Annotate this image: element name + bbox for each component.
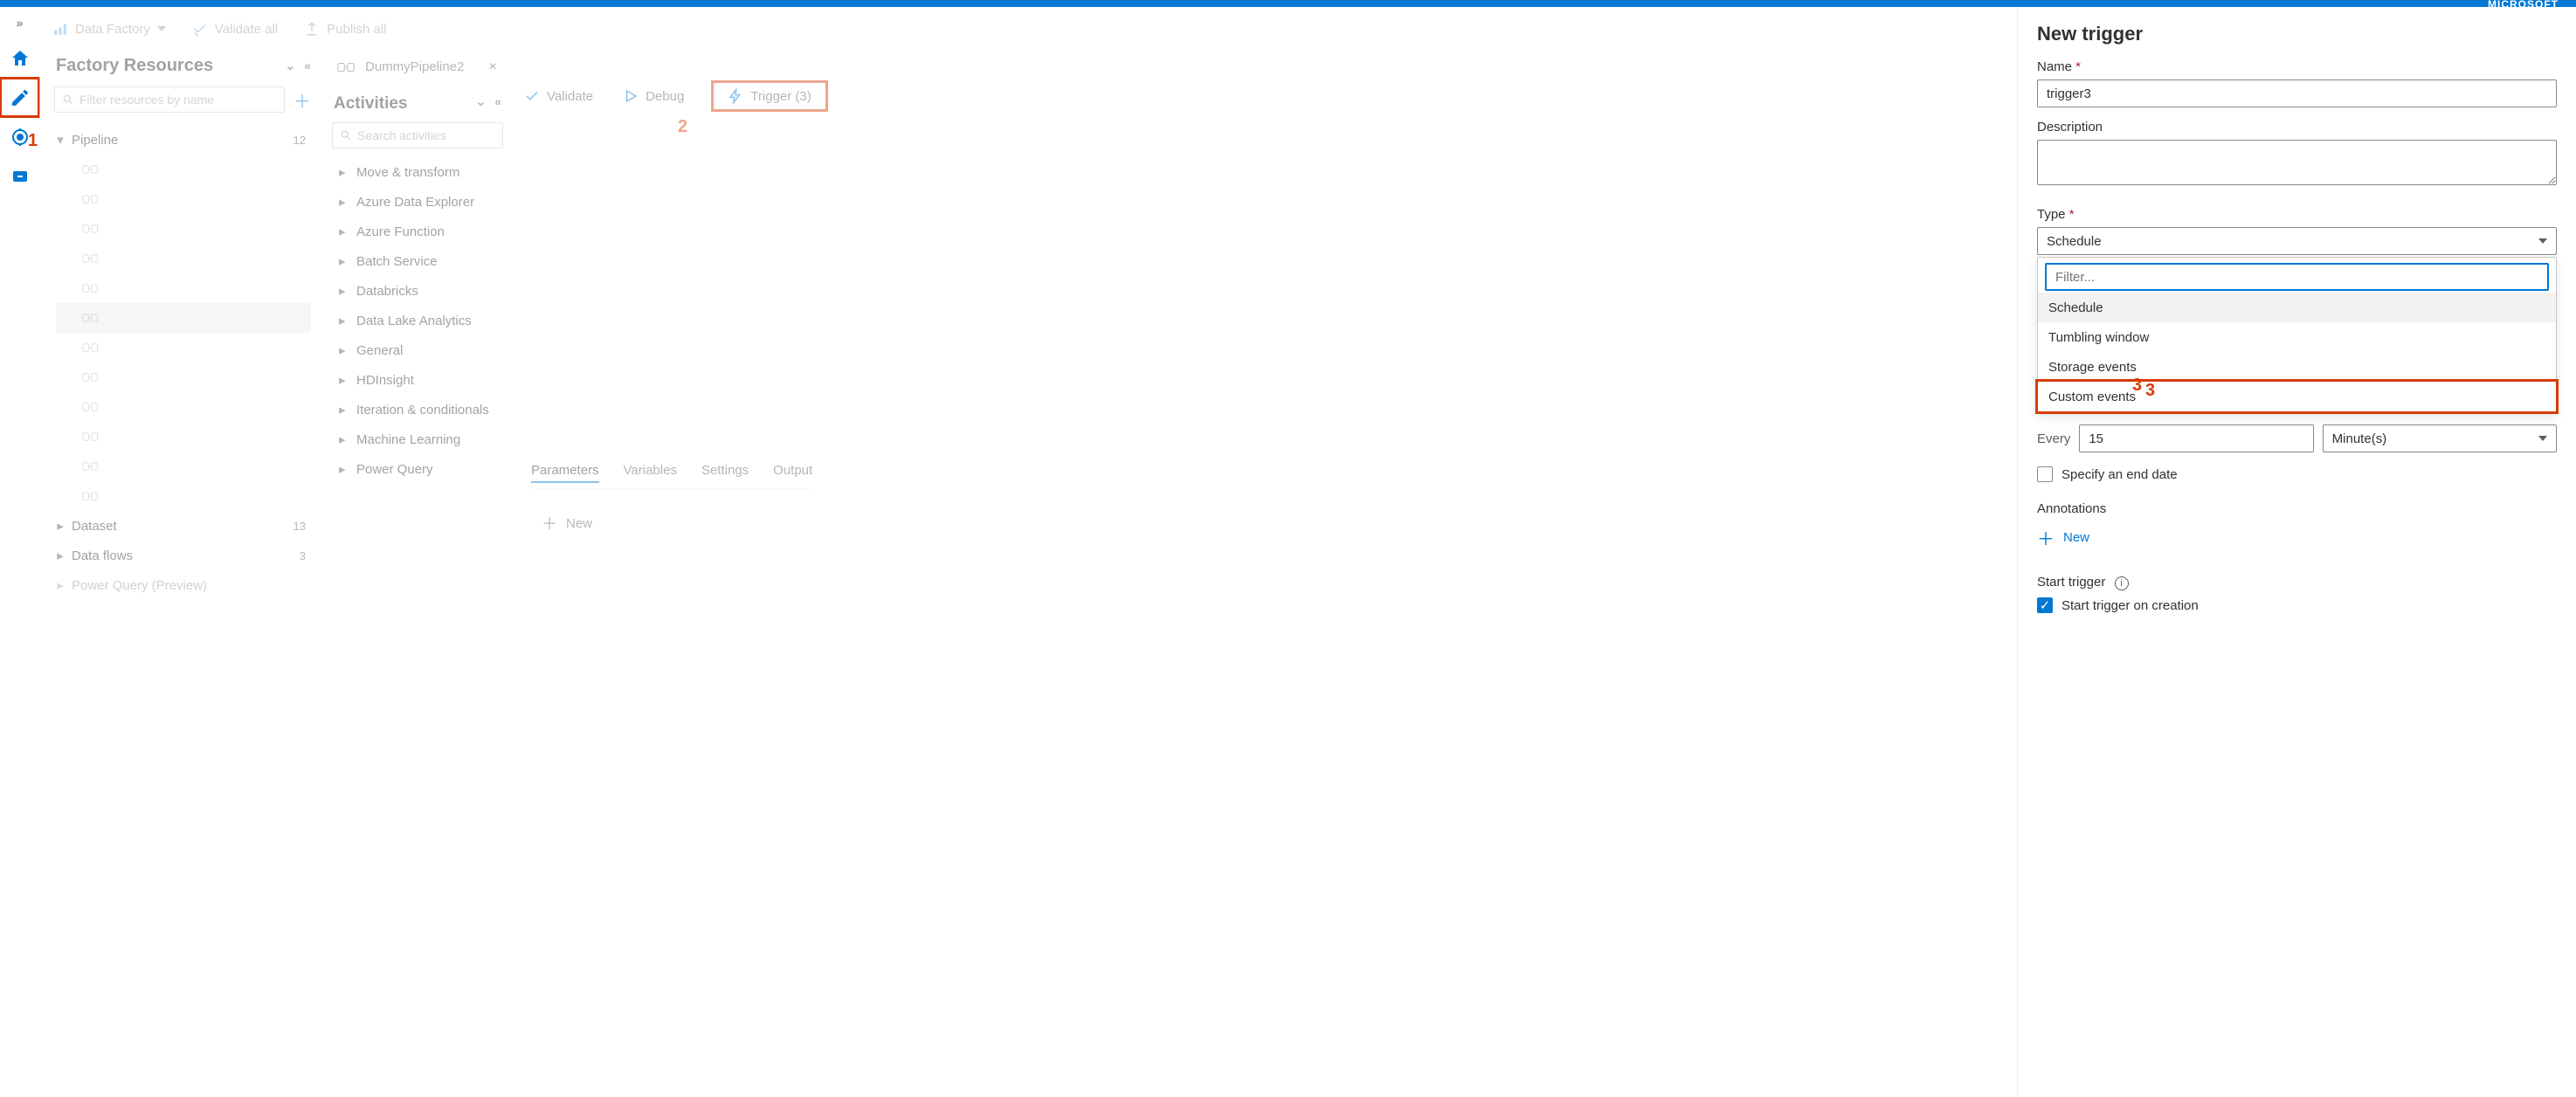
search-icon [340, 129, 352, 141]
resource-filter-input[interactable]: Filter resources by name [54, 86, 285, 113]
collapse-icon[interactable]: « [494, 94, 501, 114]
annotation-2: 2 [678, 117, 687, 137]
dataflows-section-header[interactable]: ▸Data flows 3 [56, 541, 311, 570]
info-icon[interactable]: i [2115, 576, 2129, 590]
chevron-down-icon [2538, 436, 2547, 441]
manage-icon[interactable] [0, 156, 39, 196]
add-annotation-button[interactable]: ＋New [2037, 525, 2557, 550]
activity-group[interactable]: ▸Databricks [330, 276, 505, 306]
tab-output[interactable]: Output [773, 463, 812, 483]
type-select[interactable]: Schedule [2037, 227, 2557, 255]
type-label: Type [2037, 207, 2557, 222]
activities-list: ▸Move & transform ▸Azure Data Explorer ▸… [330, 157, 505, 484]
publish-all-button[interactable]: Publish all [304, 21, 386, 37]
validate-all-button[interactable]: Validate all [192, 21, 278, 37]
close-icon[interactable]: × [488, 59, 496, 75]
list-item[interactable] [56, 303, 311, 333]
trigger-button[interactable]: Trigger (3) [714, 83, 825, 109]
data-factory-breadcrumb[interactable]: Data Factory [52, 21, 166, 37]
tab-parameters[interactable]: Parameters [531, 463, 599, 483]
list-item[interactable] [56, 244, 311, 273]
activity-group[interactable]: ▸Batch Service [330, 246, 505, 276]
new-parameter-button[interactable]: ＋ New [542, 512, 592, 535]
powerquery-section-header[interactable]: ▸Power Query (Preview) [56, 570, 311, 600]
panel-title: New trigger [2037, 23, 2557, 45]
annotation-3: 3 [2145, 381, 2155, 401]
debug-button[interactable]: Debug [623, 88, 684, 104]
description-label: Description [2037, 120, 2557, 135]
tab-variables[interactable]: Variables [624, 463, 677, 483]
home-icon[interactable] [0, 38, 39, 78]
pipeline-list [56, 155, 311, 511]
pipeline-tab[interactable]: DummyPipeline2 × [330, 51, 505, 84]
activity-group[interactable]: ▸Iteration & conditionals [330, 395, 505, 424]
tab-settings[interactable]: Settings [701, 463, 749, 483]
author-icon[interactable] [0, 78, 39, 117]
description-input[interactable] [2037, 140, 2557, 185]
activity-group[interactable]: ▸Azure Function [330, 217, 505, 246]
activity-group[interactable]: ▸Move & transform [330, 157, 505, 187]
annotation-3-abs: 3 [2132, 376, 2142, 396]
start-trigger-checkbox[interactable]: ✓ Start trigger on creation [2037, 597, 2557, 613]
dropdown-filter-input[interactable] [2045, 263, 2549, 291]
top-bar: MICROSOFT [0, 0, 2576, 7]
checkbox-checked-icon: ✓ [2037, 597, 2053, 613]
chevron-down-icon [157, 26, 166, 31]
list-item[interactable] [56, 481, 311, 511]
list-item[interactable] [56, 422, 311, 452]
pipeline-section-header[interactable]: ▾Pipeline 12 [56, 125, 311, 155]
expand-icon[interactable]: ⌄ [475, 94, 486, 114]
canvas-tabs: Parameters Variables Settings Output [531, 463, 811, 489]
main-toolbar: Data Factory Validate all Publish all [52, 7, 387, 51]
factory-resources-panel: Factory Resources ⌄« Filter resources by… [52, 51, 314, 602]
collapse-icon[interactable]: « [304, 59, 311, 73]
activities-search-input[interactable]: Search activities [332, 122, 503, 148]
collapse-chevron-icon[interactable]: » [0, 7, 39, 38]
activities-title: Activities ⌄« [330, 84, 505, 119]
list-item[interactable] [56, 184, 311, 214]
activity-group[interactable]: ▸Power Query [330, 454, 505, 484]
activity-group[interactable]: ▸Data Lake Analytics [330, 306, 505, 335]
factory-title: Factory Resources ⌄« [52, 51, 314, 86]
start-trigger-label: Start trigger [2037, 575, 2105, 590]
chevron-down-icon [2538, 238, 2547, 244]
new-trigger-panel: New trigger Name Description Type Schedu… [2017, 7, 2576, 1097]
activity-group[interactable]: ▸Azure Data Explorer [330, 187, 505, 217]
list-item[interactable] [56, 273, 311, 303]
activity-group[interactable]: ▸General [330, 335, 505, 365]
activity-group[interactable]: ▸Machine Learning [330, 424, 505, 454]
type-option-custom[interactable]: Custom events [2038, 382, 2556, 411]
specify-end-date-checkbox[interactable]: Specify an end date [2037, 466, 2557, 482]
type-option-storage[interactable]: Storage events [2038, 352, 2556, 382]
list-item[interactable] [56, 333, 311, 362]
type-option-schedule[interactable]: Schedule [2038, 293, 2556, 322]
name-label: Name [2037, 59, 2557, 74]
expand-icon[interactable]: ⌄ [285, 59, 295, 73]
activity-group[interactable]: ▸HDInsight [330, 365, 505, 395]
trigger-name-input[interactable] [2037, 79, 2557, 107]
search-icon [62, 93, 74, 106]
list-item[interactable] [56, 452, 311, 481]
list-item[interactable] [56, 214, 311, 244]
validate-button[interactable]: Validate [524, 88, 593, 104]
every-unit-select[interactable]: Minute(s) [2323, 424, 2557, 452]
list-item[interactable] [56, 155, 311, 184]
activities-panel: DummyPipeline2 × Activities ⌄« Search ac… [330, 51, 505, 484]
canvas-toolbar: Validate Debug Trigger (3) [524, 79, 825, 114]
type-option-tumbling[interactable]: Tumbling window [2038, 322, 2556, 352]
left-nav: » 1 [0, 7, 39, 1097]
every-value-input[interactable]: 15 [2079, 424, 2313, 452]
checkbox-icon [2037, 466, 2053, 482]
list-item[interactable] [56, 392, 311, 422]
type-dropdown: Schedule Tumbling window Storage events … [2037, 257, 2557, 412]
annotations-label: Annotations [2037, 501, 2557, 516]
dataset-section-header[interactable]: ▸Dataset 13 [56, 511, 311, 541]
list-item[interactable] [56, 362, 311, 392]
annotation-1: 1 [28, 131, 38, 151]
add-resource-button[interactable]: ＋ [292, 86, 313, 113]
every-label: Every [2037, 431, 2070, 446]
